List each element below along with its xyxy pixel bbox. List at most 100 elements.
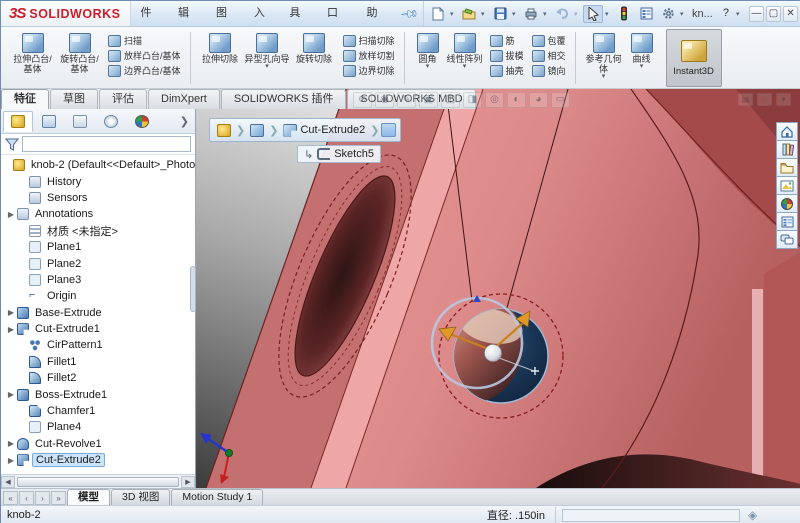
appearance-icon[interactable]: ◐	[507, 92, 526, 108]
configuration-manager-tab[interactable]	[65, 111, 95, 132]
3d-views-tab[interactable]: 3D 视图	[111, 489, 170, 505]
breadcrumb-sketch-label[interactable]: Sketch5	[334, 148, 374, 160]
tree-item-boss-extrude1[interactable]: ▶Boss-Extrude1	[1, 386, 195, 402]
boundary-cut-button[interactable]: 边界切除	[340, 63, 398, 78]
expand-arrow-icon[interactable]: ▶	[5, 308, 17, 317]
forum-icon[interactable]	[776, 230, 798, 249]
maximize-button[interactable]: ▢	[766, 6, 781, 22]
instant3d-button[interactable]: Instant3D	[666, 29, 722, 87]
tab-evaluate[interactable]: 评估	[99, 89, 147, 109]
new-dropdown-caret[interactable]: ▾	[450, 10, 457, 18]
lights-icon[interactable]: ◌	[757, 93, 772, 106]
home-icon[interactable]	[776, 122, 798, 141]
swept-cut-button[interactable]: 扫描切除	[340, 33, 398, 48]
tree-item-annotations[interactable]: ▶Annotations	[1, 206, 195, 222]
expand-arrow-icon[interactable]: ▶	[5, 439, 17, 448]
prev-tab-nav-icon[interactable]: ‹	[19, 491, 34, 505]
scroll-right-arrow-icon[interactable]: ▶	[181, 476, 195, 488]
custom-properties-icon[interactable]	[776, 212, 798, 231]
tree-root-knob-2[interactable]: knob-2 (Default<<Default>_PhotoWo	[1, 157, 195, 173]
model-right-facet[interactable]	[764, 252, 800, 488]
open-dropdown-caret[interactable]: ▾	[481, 10, 488, 18]
fillet-button[interactable]: 圆角▾	[411, 31, 445, 70]
settings-gear-button[interactable]	[658, 5, 678, 23]
tree-item-cut-extrude1[interactable]: ▶Cut-Extrude1	[1, 321, 195, 337]
tree-item-history[interactable]: History	[1, 173, 195, 189]
tree-item-cut-revolve1[interactable]: ▶Cut-Revolve1	[1, 436, 195, 452]
zoom-fit-icon[interactable]: ⊕	[353, 92, 372, 108]
dimxpert-manager-tab[interactable]	[96, 111, 126, 132]
options-overflow-icon[interactable]: ▾	[776, 93, 791, 106]
revolved-boss-base-button[interactable]: 旋转凸台/基体	[56, 31, 103, 74]
screen-icon[interactable]: ▭	[551, 92, 570, 108]
tree-item-plane4[interactable]: Plane4	[1, 419, 195, 435]
breadcrumb-body[interactable]	[247, 123, 267, 138]
view-palette-icon[interactable]	[776, 176, 798, 195]
lofted-boss-button[interactable]: 放样凸台/基体	[105, 48, 184, 63]
save-dropdown-caret[interactable]: ▾	[512, 10, 519, 18]
pin-menu-icon[interactable]: 📌︎	[399, 3, 420, 24]
model-tab[interactable]: 模型	[67, 489, 110, 505]
display-style-icon[interactable]: ◫	[441, 92, 460, 108]
mirror-button[interactable]: 镜向	[529, 63, 569, 78]
expand-arrow-icon[interactable]: ▶	[5, 390, 17, 399]
breadcrumb-face-chip[interactable]	[381, 123, 396, 137]
curves-button[interactable]: 曲线▾	[626, 31, 658, 70]
tree-item-origin[interactable]: ⌐Origin	[1, 288, 195, 304]
panel-tabs-overflow[interactable]: ❯	[180, 115, 193, 128]
reference-geometry-button[interactable]: 参考几何体▾	[582, 31, 626, 80]
hole-wizard-caret[interactable]: ▾	[265, 64, 269, 70]
appearances-icon[interactable]	[776, 194, 798, 213]
hide-items-icon[interactable]: ◎	[485, 92, 504, 108]
model-right-edge-highlight[interactable]	[752, 289, 763, 488]
last-tab-nav-icon[interactable]: »	[51, 491, 66, 505]
scene-icon[interactable]: ◕	[529, 92, 548, 108]
expand-arrow-icon[interactable]: ▶	[5, 325, 17, 334]
tree-item-fillet1[interactable]: Fillet1	[1, 354, 195, 370]
tree-filter-input[interactable]	[22, 136, 191, 152]
wrap-button[interactable]: 包覆	[529, 33, 569, 48]
display-manager-tab[interactable]	[127, 111, 157, 132]
settings-dropdown-caret[interactable]: ▾	[680, 10, 687, 18]
linear-pattern-button[interactable]: 线性阵列▾	[445, 31, 485, 70]
camera-icon[interactable]: ▤	[738, 93, 753, 106]
next-tab-nav-icon[interactable]: ›	[35, 491, 50, 505]
swept-boss-button[interactable]: 扫描	[105, 33, 184, 48]
tab-dimxpert[interactable]: DimXpert	[148, 89, 220, 109]
view-orientation-icon[interactable]: ▣	[419, 92, 438, 108]
select-dropdown-caret[interactable]: ▾	[605, 10, 612, 18]
tree-item-cut-extrude2[interactable]: ▶Cut-Extrude2	[1, 452, 195, 468]
intersect-button[interactable]: 相交	[529, 48, 569, 63]
shell-button[interactable]: 抽壳	[487, 63, 527, 78]
help-dropdown-caret[interactable]: ▾	[736, 10, 743, 18]
section-view-icon[interactable]: ◨	[463, 92, 482, 108]
rebuild-traffic-light-button[interactable]	[614, 5, 634, 23]
tree-item-plane1[interactable]: Plane1	[1, 239, 195, 255]
minimize-button[interactable]: —	[749, 6, 764, 22]
scrollbar-thumb[interactable]	[17, 477, 179, 487]
rib-button[interactable]: 筋	[487, 33, 527, 48]
revolved-cut-button[interactable]: 旋转切除	[291, 31, 338, 64]
tab-sketch[interactable]: 草图	[50, 89, 98, 109]
breadcrumb-part[interactable]	[214, 123, 234, 138]
curves-caret[interactable]: ▾	[640, 64, 644, 70]
tree-item-material[interactable]: 材质 <未指定>	[1, 223, 195, 239]
new-document-button[interactable]	[428, 5, 448, 23]
tree-item-cirpattern1[interactable]: CirPattern1	[1, 337, 195, 353]
undo-button[interactable]	[552, 5, 572, 23]
undo-dropdown-caret[interactable]: ▾	[574, 10, 581, 18]
tree-horizontal-scrollbar[interactable]: ◀ ▶	[1, 474, 195, 488]
tab-features[interactable]: 特征	[1, 89, 49, 109]
tree-item-chamfer1[interactable]: Chamfer1	[1, 403, 195, 419]
tree-item-plane2[interactable]: Plane2	[1, 255, 195, 271]
scroll-left-arrow-icon[interactable]: ◀	[1, 476, 15, 488]
tree-item-plane3[interactable]: Plane3	[1, 272, 195, 288]
design-library-icon[interactable]	[776, 140, 798, 159]
previous-view-icon[interactable]: ✎	[397, 92, 416, 108]
extruded-cut-button[interactable]: 拉伸切除	[197, 31, 244, 64]
save-button[interactable]	[490, 5, 510, 23]
motion-study-tab[interactable]: Motion Study 1	[171, 489, 263, 505]
breadcrumb-feature[interactable]: Cut-Extrude2	[280, 123, 368, 138]
drag-sphere-handle[interactable]	[485, 345, 502, 362]
fillet-caret[interactable]: ▾	[426, 64, 430, 70]
